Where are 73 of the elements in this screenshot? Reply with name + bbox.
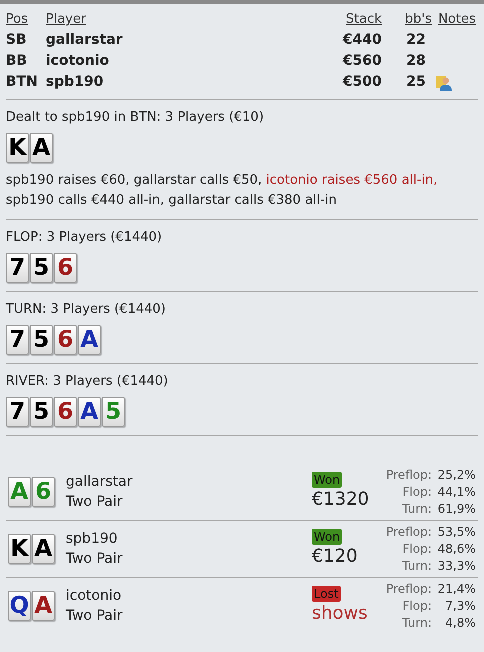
playing-card: 5 [102,397,125,427]
player-name: spb190 [66,530,119,549]
equity-value: 61,9% [436,500,476,518]
result-amount: €1320 [312,488,370,512]
player-name: gallarstar [66,473,134,492]
equity-value: 7,3% [444,598,476,614]
table-cell-text: BTN [6,73,39,92]
table-cell-text: gallarstar [46,31,124,50]
table-cell-text: icotonio [46,52,110,71]
table-cell-text: SB [6,31,28,50]
playing-card: 5 [30,253,53,283]
table-cell-text: BB [6,52,28,71]
equity-label: Preflop: [385,580,432,598]
result-amount: €120 [312,545,358,569]
table-cell-text: €560 [342,52,382,71]
equity-value: 53,5% [436,524,476,540]
equity-label: Turn: [402,614,432,632]
equity-label: Turn: [402,500,432,518]
note-person-icon[interactable] [436,74,452,90]
playing-card: A [30,133,53,163]
column-header[interactable]: Stack [302,10,382,30]
playing-card: A [78,325,101,355]
equity-label: Flop: [402,540,432,558]
equity-value: 33,3% [436,558,476,574]
column-header[interactable]: bb's [382,10,432,30]
street-heading: FLOP: 3 Players (€1440) [6,229,164,247]
playing-card: K [8,534,31,564]
equity-value: 48,6% [436,540,476,558]
playing-card: 6 [54,253,77,283]
column-header[interactable]: Notes [432,10,478,30]
playing-card: A [32,534,55,564]
playing-card: 6 [54,397,77,427]
playing-card: 7 [6,325,29,355]
result-badge: Lost [312,586,341,602]
table-cell-text: 28 [406,52,427,71]
playing-card: Q [8,591,31,621]
playing-card: K [6,133,29,163]
equity-value: 4,8% [444,614,476,632]
equity-value: 44,1% [436,484,476,500]
equity-label: Preflop: [385,466,432,484]
street-heading: Dealt to spb190 in BTN: 3 Players (€10) [6,109,266,127]
hand-rank: Two Pair [66,550,124,569]
table-cell-text: 25 [406,73,427,92]
playing-card: A [8,477,31,507]
equity-label: Flop: [402,484,432,500]
equity-label: Preflop: [385,524,432,540]
column-header[interactable]: Player [46,10,302,30]
playing-card: 5 [30,397,53,427]
hand-rank: Two Pair [66,607,124,626]
equity-label: Turn: [402,558,432,574]
playing-card: 7 [6,253,29,283]
equity-label: Flop: [402,598,432,614]
result-badge: Won [312,529,342,545]
equity-value: 25,2% [436,466,476,484]
result-amount: shows [312,602,368,626]
action-text: spb190 raises €60, gallarstar calls €50, icotonio raises €560 all-in, spb190 calls €440 all-in, gallarstar calls €380 all-in [6,172,439,210]
playing-card: 6 [54,325,77,355]
street-heading: RIVER: 3 Players (€1440) [6,373,170,391]
equity-value: 21,4% [436,580,476,598]
playing-card: A [32,591,55,621]
street-heading: TURN: 3 Players (€1440) [6,301,167,319]
playing-card: 5 [30,325,53,355]
result-badge: Won [312,472,342,488]
playing-card: 6 [32,477,55,507]
playing-card: A [78,397,101,427]
player-name: icotonio [66,587,123,606]
table-cell-text: €440 [342,31,382,50]
table-cell-text: 22 [406,31,427,50]
playing-card: 7 [6,397,29,427]
column-header[interactable]: Pos [6,10,46,30]
table-cell-text: spb190 [46,73,105,92]
hand-rank: Two Pair [66,493,124,512]
table-cell-text: €500 [342,73,382,92]
